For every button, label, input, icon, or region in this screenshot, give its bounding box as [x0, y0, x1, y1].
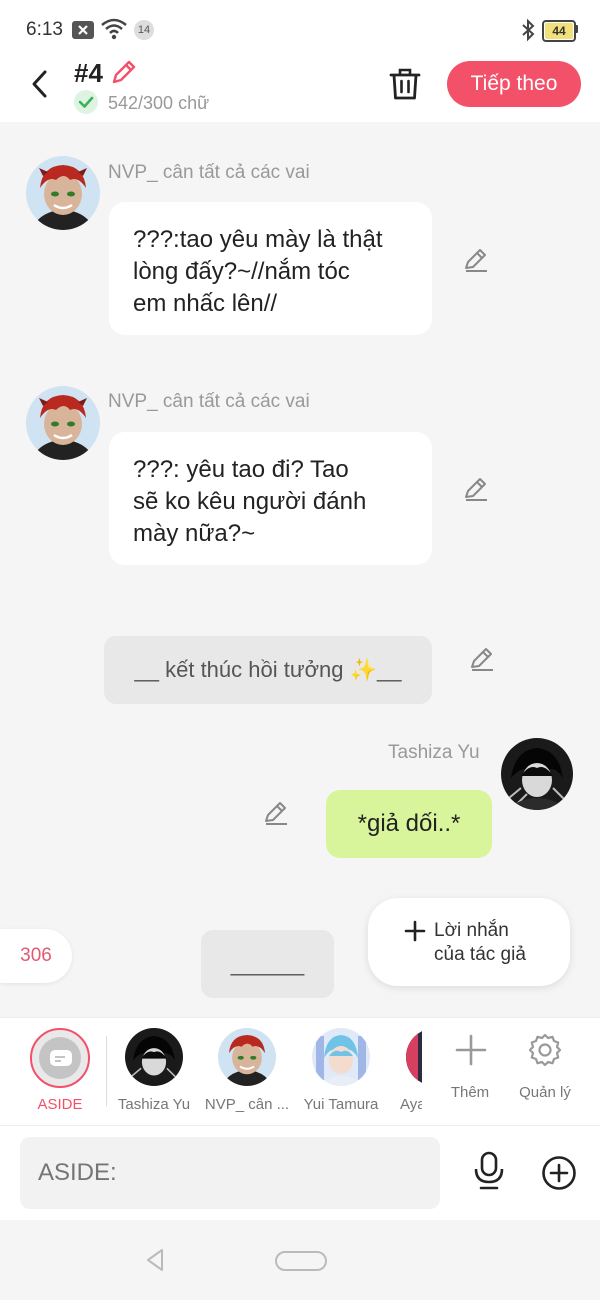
back-arrow-icon[interactable] — [28, 69, 52, 99]
next-button[interactable]: Tiếp theo — [447, 61, 581, 107]
message-input-row — [0, 1125, 600, 1221]
avatar-tashiza[interactable] — [501, 738, 573, 810]
bluetooth-icon — [522, 18, 535, 42]
message-line: mày nữa?~ — [133, 520, 256, 547]
edit-title-pencil-icon[interactable] — [110, 58, 138, 86]
message-line: sẽ ko kêu người đánh — [133, 488, 367, 515]
status-time: 6:13 — [26, 19, 63, 40]
edit-message-pencil-icon[interactable] — [463, 476, 489, 502]
message-line: em nhấc lên// — [133, 290, 278, 317]
gear-icon[interactable] — [527, 1032, 563, 1068]
draft-count-badge[interactable]: 306 — [0, 929, 72, 983]
message-input[interactable] — [20, 1137, 440, 1209]
add-attachment-icon[interactable] — [541, 1155, 577, 1191]
character-label: ASIDE — [37, 1096, 83, 1113]
battery-level: 44 — [552, 24, 566, 38]
character-label: Aya — [400, 1096, 422, 1113]
edit-narration-pencil-icon[interactable] — [469, 646, 495, 672]
manage-label[interactable]: Quản lý — [510, 1084, 580, 1101]
notification-count-badge: 14 — [134, 20, 154, 40]
message-line: ???: yêu tao đi? Tao — [133, 456, 349, 483]
add-label[interactable]: Thêm — [440, 1084, 500, 1101]
divider — [106, 1036, 107, 1106]
character-label: Yui Tamura — [303, 1096, 379, 1113]
nav-back-icon[interactable] — [144, 1248, 166, 1272]
word-count-check-icon — [74, 90, 98, 114]
chat-area: NVP_ cân tất cả các vai ???:tao yêu mày … — [0, 122, 600, 1017]
edit-message-pencil-icon[interactable] — [263, 800, 289, 826]
character-aya-avatar — [406, 1028, 422, 1086]
character-aside[interactable] — [30, 1028, 90, 1088]
character-tashiza-avatar[interactable] — [125, 1028, 183, 1086]
nav-home-button[interactable] — [275, 1251, 327, 1271]
message-line: lòng đấy?~//nắm tóc — [133, 258, 350, 285]
microphone-icon[interactable] — [473, 1151, 505, 1191]
add-character-icon[interactable] — [455, 1034, 487, 1066]
author-note-line2: của tác giả — [434, 944, 526, 965]
character-label: Tashiza Yu — [117, 1096, 191, 1113]
battery-icon: 44 — [542, 20, 576, 42]
editor-header: #4 542/300 chữ Tiếp theo — [0, 58, 600, 122]
narration-bubble[interactable]: __ kết thúc hồi tưởng ✨__ — [104, 636, 432, 704]
edit-message-pencil-icon[interactable] — [463, 247, 489, 273]
character-nvp-avatar[interactable] — [218, 1028, 276, 1086]
speaker-name: NVP_ cân tất cả các vai — [108, 391, 310, 412]
character-yui-avatar[interactable] — [312, 1028, 370, 1086]
author-note-line1: Lời nhắn — [434, 920, 509, 941]
trash-icon[interactable] — [388, 66, 422, 102]
avatar-nvp[interactable] — [26, 156, 100, 230]
notification-x-icon — [72, 21, 94, 39]
avatar-nvp[interactable] — [26, 386, 100, 460]
status-bar: 6:13 14 44 — [0, 0, 600, 58]
character-label: NVP_ cân ... — [204, 1096, 290, 1113]
character-selector: ASIDE Tashiza Yu NVP_ cân ... Yui Tamura… — [0, 1017, 600, 1126]
word-count: 542/300 chữ — [108, 93, 210, 113]
draft-bubble[interactable]: ______ — [201, 930, 334, 998]
message-line: ???:tao yêu mày là thật — [133, 226, 383, 253]
chapter-title: #4 — [74, 58, 103, 88]
character-aya[interactable]: Aya — [398, 1018, 422, 1126]
wifi-icon — [101, 18, 127, 40]
plus-icon — [404, 920, 426, 942]
speaker-name: NVP_ cân tất cả các vai — [108, 162, 310, 183]
system-nav-bar — [0, 1220, 600, 1300]
message-bubble[interactable]: ???: yêu tao đi? Tao sẽ ko kêu người đán… — [109, 432, 432, 565]
speaker-name: Tashiza Yu — [388, 742, 480, 763]
message-bubble[interactable]: ???:tao yêu mày là thật lòng đấy?~//nắm … — [109, 202, 432, 335]
aside-chat-icon — [50, 1050, 72, 1066]
player-message-bubble[interactable]: *giả dối..* — [326, 790, 492, 858]
author-note-button[interactable]: Lời nhắn của tác giả — [368, 898, 570, 986]
